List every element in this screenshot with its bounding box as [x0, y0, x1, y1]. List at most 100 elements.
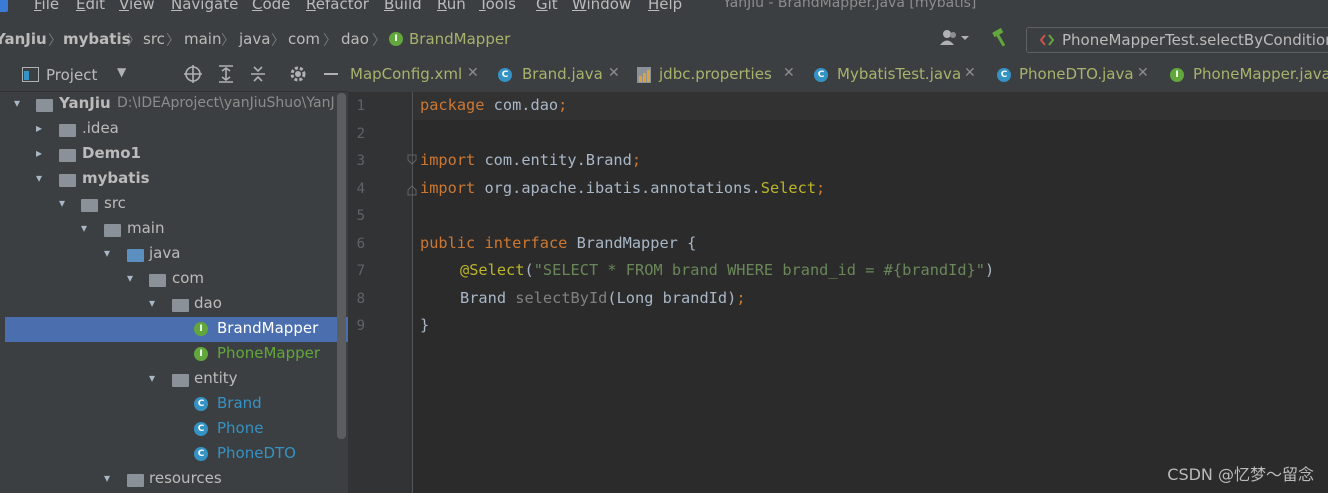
- tree-item-brand[interactable]: C Brand: [0, 392, 348, 417]
- chevron-down-icon[interactable]: ▾: [127, 271, 139, 285]
- tab-phonedto-java[interactable]: C PhoneDTO.java ✕: [985, 58, 1155, 92]
- tree-item-idea[interactable]: ▸ .idea: [0, 117, 348, 142]
- hide-panel-icon[interactable]: [321, 64, 341, 84]
- build-project-button[interactable]: [990, 27, 1012, 48]
- chevron-right-icon[interactable]: ▸: [36, 121, 48, 135]
- menu-refactor[interactable]: Refactor: [306, 0, 369, 13]
- chevron-down-icon[interactable]: ▾: [104, 246, 116, 260]
- tab-label: Brand.java: [522, 65, 603, 83]
- tree-item-entity[interactable]: ▾ entity: [0, 367, 348, 392]
- close-icon[interactable]: ✕: [608, 65, 620, 81]
- tree-item-java[interactable]: ▾ java: [0, 242, 348, 267]
- code-token: BrandMapper {: [567, 234, 697, 252]
- menu-window[interactable]: Window: [572, 0, 631, 13]
- view-dropdown-icon[interactable]: ▼: [117, 65, 126, 79]
- class-icon: C: [997, 68, 1011, 82]
- line-number: 4: [356, 181, 365, 197]
- code-line-9: }: [420, 316, 429, 334]
- menu-build[interactable]: Build: [384, 0, 422, 13]
- code-token: ;: [736, 289, 746, 307]
- tab-label: MapConfig.xml: [350, 65, 463, 83]
- close-icon[interactable]: ✕: [783, 65, 795, 81]
- breadcrumb-separator-icon: 〉: [221, 33, 235, 49]
- menu-edit[interactable]: Edit: [76, 0, 105, 13]
- project-panel-title[interactable]: Project: [46, 66, 97, 84]
- tree-item-brandmapper[interactable]: I BrandMapper: [5, 317, 348, 342]
- tree-item-phonedto[interactable]: C PhoneDTO: [0, 442, 348, 467]
- editor-gutter[interactable]: 1 2 3 4 5 6 7 8 9: [348, 92, 413, 493]
- code-line-4: import org.apache.ibatis.annotations.Sel…: [420, 179, 825, 197]
- project-panel-header: Project ▼: [0, 58, 348, 92]
- tab-label: MybatisTest.java: [837, 65, 962, 83]
- chevron-down-icon[interactable]: ▾: [104, 471, 116, 485]
- code-line-1: package com.dao;: [420, 96, 567, 114]
- tree-item-mybatis[interactable]: ▾ mybatis: [0, 167, 348, 192]
- menu-code[interactable]: Code: [252, 0, 290, 13]
- tree-item-resources[interactable]: ▾ resources: [0, 467, 348, 492]
- menu-view[interactable]: View: [119, 0, 155, 13]
- project-scrollbar[interactable]: [337, 93, 346, 439]
- menu-bar: File Edit View Navigate Code Refactor Bu…: [0, 0, 1328, 17]
- tab-brand-java[interactable]: C Brand.java ✕: [486, 58, 623, 92]
- project-view-icon: [22, 67, 39, 82]
- collapse-all-icon[interactable]: [248, 64, 268, 84]
- locate-file-icon[interactable]: [183, 64, 203, 84]
- code-editor[interactable]: package com.dao; import com.entity.Brand…: [407, 92, 1328, 493]
- fold-imports-icon[interactable]: [406, 154, 418, 196]
- breadcrumb-yanjiu[interactable]: YanJiu: [0, 30, 47, 48]
- tab-mybatistest-java[interactable]: C MybatisTest.java ✕: [801, 58, 985, 92]
- settings-gear-icon[interactable]: [288, 64, 308, 84]
- chevron-down-icon[interactable]: ▾: [149, 371, 161, 385]
- breadcrumb-java[interactable]: java: [239, 30, 270, 48]
- chevron-down-icon[interactable]: ▾: [59, 196, 71, 210]
- code-token: (Long brandId): [607, 289, 737, 307]
- chevron-right-icon[interactable]: ▸: [36, 146, 48, 160]
- run-configuration-selector[interactable]: PhoneMapperTest.selectByCondition: [1026, 27, 1328, 53]
- close-icon[interactable]: ✕: [467, 65, 479, 81]
- tree-item-label: BrandMapper: [217, 319, 319, 337]
- chevron-down-icon[interactable]: ▾: [81, 221, 93, 235]
- menu-navigate[interactable]: Navigate: [171, 0, 238, 13]
- breadcrumb-separator-icon: 〉: [48, 33, 62, 49]
- tree-item-demo1[interactable]: ▸ Demo1: [0, 142, 348, 167]
- chevron-down-icon[interactable]: ▾: [149, 296, 161, 310]
- close-icon[interactable]: ✕: [964, 65, 976, 81]
- chevron-down-icon[interactable]: ▾: [36, 171, 48, 185]
- menu-run[interactable]: Run: [437, 0, 466, 13]
- user-account-button[interactable]: [939, 28, 973, 48]
- tree-item-main[interactable]: ▾ main: [0, 217, 348, 242]
- breadcrumb-src[interactable]: src: [143, 30, 165, 48]
- tree-item-yanjiu[interactable]: ▾ YanJiu D:\IDEAproject\yanJiuShuo\YanJ: [0, 92, 348, 117]
- breadcrumb-main[interactable]: main: [184, 30, 221, 48]
- breadcrumb-separator-icon: 〉: [271, 33, 285, 49]
- menu-file[interactable]: File: [34, 0, 59, 13]
- hammer-icon: [992, 27, 1006, 47]
- breadcrumb-mybatis[interactable]: mybatis: [63, 30, 131, 48]
- chevron-down-icon[interactable]: ▾: [14, 96, 26, 110]
- breadcrumb-brandmapper[interactable]: BrandMapper: [409, 30, 510, 48]
- breadcrumb-com[interactable]: com: [288, 30, 320, 48]
- tab-jdbc-properties[interactable]: jdbc.properties ✕: [623, 58, 801, 92]
- tree-item-label: Brand: [217, 394, 262, 412]
- tab-mapconfig-xml[interactable]: MapConfig.xml ✕: [348, 58, 486, 92]
- close-icon[interactable]: ✕: [1137, 65, 1149, 81]
- tree-item-dao[interactable]: ▾ dao: [0, 292, 348, 317]
- tree-item-phone[interactable]: C Phone: [0, 417, 348, 442]
- menu-help[interactable]: Help: [648, 0, 682, 13]
- tree-item-phonemapper[interactable]: I PhoneMapper: [0, 342, 348, 367]
- tree-item-label: PhoneMapper: [217, 344, 321, 362]
- expand-all-icon[interactable]: [216, 64, 236, 84]
- tree-item-label: java: [149, 244, 181, 262]
- tree-item-src[interactable]: ▾ src: [0, 192, 348, 217]
- menu-tools[interactable]: Tools: [479, 0, 516, 13]
- menu-git[interactable]: Git: [536, 0, 558, 13]
- tab-label: PhoneDTO.java: [1019, 65, 1134, 83]
- test-config-icon: [1040, 34, 1054, 46]
- class-icon: C: [194, 397, 208, 411]
- tree-item-com[interactable]: ▾ com: [0, 267, 348, 292]
- tree-item-label: .idea: [82, 119, 119, 137]
- module-folder-icon: [59, 174, 76, 187]
- breadcrumb-dao[interactable]: dao: [341, 30, 369, 48]
- code-token: @Select: [460, 261, 525, 279]
- tab-phonemapper-java[interactable]: I PhoneMapper.java: [1155, 58, 1328, 92]
